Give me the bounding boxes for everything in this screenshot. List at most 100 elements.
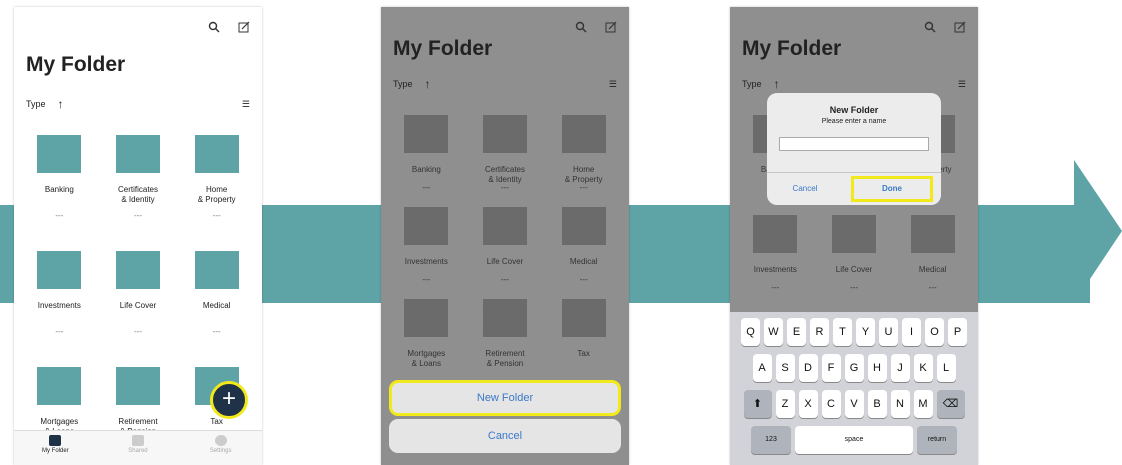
- sort-type-button[interactable]: Type: [393, 79, 413, 89]
- list-view-icon[interactable]: ☰: [609, 79, 617, 90]
- page-title: My Folder: [742, 37, 842, 60]
- page-title: My Folder: [393, 37, 493, 60]
- key[interactable]: J: [890, 354, 910, 382]
- folder-name: Retirement & Pension: [485, 349, 525, 368]
- edit-icon[interactable]: [605, 21, 617, 33]
- edit-icon[interactable]: [954, 21, 966, 33]
- folder-item[interactable]: Medical ---: [544, 199, 623, 291]
- folder-item[interactable]: Investments ---: [736, 207, 815, 307]
- folder-icon: [37, 135, 82, 173]
- key[interactable]: M: [913, 390, 933, 418]
- key[interactable]: R: [810, 318, 829, 346]
- key[interactable]: F: [821, 354, 841, 382]
- dialog-cancel-button[interactable]: Cancel: [767, 173, 843, 205]
- folder-item[interactable]: Life Cover ---: [466, 199, 545, 291]
- add-folder-button[interactable]: +: [210, 381, 248, 419]
- folder-name: Life Cover: [486, 257, 524, 266]
- key[interactable]: B: [867, 390, 887, 418]
- shift-key-icon[interactable]: ⬆: [743, 390, 772, 418]
- folder-item[interactable]: Banking ---: [20, 127, 99, 237]
- tab-settings[interactable]: Settings: [191, 431, 251, 465]
- key[interactable]: T: [833, 318, 852, 346]
- sort-ascending-icon[interactable]: ↑: [425, 77, 431, 91]
- key[interactable]: C: [821, 390, 841, 418]
- folder-item[interactable]: Banking ---: [387, 107, 466, 199]
- folder-item[interactable]: Life Cover ---: [815, 207, 894, 307]
- key[interactable]: Q: [741, 318, 760, 346]
- tab-label: Settings: [209, 448, 232, 454]
- folder-item[interactable]: Mortgages & Loans: [387, 291, 466, 383]
- key[interactable]: D: [798, 354, 818, 382]
- folder-item[interactable]: Home & Property ---: [544, 107, 623, 199]
- sort-type-button[interactable]: Type: [742, 79, 762, 89]
- key[interactable]: V: [844, 390, 864, 418]
- list-view-icon[interactable]: ☰: [242, 99, 250, 110]
- search-icon[interactable]: [208, 21, 220, 33]
- folder-item[interactable]: Certificates & Identity ---: [466, 107, 545, 199]
- folder-item[interactable]: Retirement & Pension: [466, 291, 545, 383]
- key[interactable]: L: [936, 354, 956, 382]
- key[interactable]: S: [775, 354, 795, 382]
- tab-my-folder[interactable]: My Folder: [25, 431, 85, 465]
- sort-ascending-icon[interactable]: ↑: [58, 97, 64, 111]
- sort-row: Type ↑ ☰: [742, 77, 966, 91]
- key[interactable]: E: [787, 318, 806, 346]
- keyboard: Q W E R T Y U I O P A S D F G H J K L ⬆ …: [730, 312, 978, 465]
- return-key[interactable]: return: [917, 426, 957, 454]
- key[interactable]: Z: [775, 390, 795, 418]
- folder-item[interactable]: Home & Property ---: [177, 127, 256, 237]
- key[interactable]: W: [764, 318, 783, 346]
- folder-icon: [910, 215, 955, 253]
- key[interactable]: P: [948, 318, 967, 346]
- folder-tab-icon: [49, 435, 62, 446]
- folder-item[interactable]: Tax: [544, 291, 623, 383]
- folder-icon: [404, 299, 449, 337]
- folder-icon: [561, 115, 606, 153]
- key[interactable]: Y: [856, 318, 875, 346]
- cancel-button[interactable]: Cancel: [389, 419, 621, 453]
- tab-bar: My Folder Shared Settings: [14, 430, 262, 465]
- folder-count: ---: [849, 283, 858, 292]
- folder-name: Tax: [210, 417, 223, 426]
- folder-name: Investments: [753, 265, 797, 274]
- key[interactable]: I: [902, 318, 921, 346]
- folder-count: ---: [771, 283, 780, 292]
- search-icon[interactable]: [924, 21, 936, 33]
- numbers-key[interactable]: 123: [751, 426, 791, 454]
- top-toolbar: [208, 21, 250, 33]
- search-icon[interactable]: [575, 21, 587, 33]
- edit-icon[interactable]: [238, 21, 250, 33]
- key[interactable]: X: [798, 390, 818, 418]
- key[interactable]: U: [879, 318, 898, 346]
- key[interactable]: G: [844, 354, 864, 382]
- folder-name: Medical: [569, 257, 598, 266]
- key[interactable]: O: [925, 318, 944, 346]
- key[interactable]: N: [890, 390, 910, 418]
- list-view-icon[interactable]: ☰: [958, 79, 966, 90]
- key[interactable]: H: [867, 354, 887, 382]
- folder-name-input[interactable]: [779, 137, 929, 151]
- folder-icon: [561, 299, 606, 337]
- folder-item[interactable]: Medical ---: [177, 243, 256, 353]
- folder-item[interactable]: Investments ---: [20, 243, 99, 353]
- folder-icon: [115, 135, 160, 173]
- folder-count: ---: [928, 283, 937, 292]
- folder-item[interactable]: Life Cover ---: [99, 243, 178, 353]
- sort-ascending-icon[interactable]: ↑: [774, 77, 780, 91]
- folder-icon: [753, 215, 798, 253]
- folder-item[interactable]: Investments ---: [387, 199, 466, 291]
- backspace-key-icon[interactable]: ⌫: [936, 390, 965, 418]
- space-key[interactable]: space: [795, 426, 913, 454]
- sort-type-button[interactable]: Type: [26, 99, 46, 109]
- key[interactable]: A: [752, 354, 772, 382]
- shared-tab-icon: [131, 435, 144, 446]
- folder-item[interactable]: Certificates & Identity ---: [99, 127, 178, 237]
- folder-name: Investments: [37, 301, 81, 310]
- new-folder-button[interactable]: New Folder: [389, 380, 621, 416]
- folder-item[interactable]: Medical ---: [893, 207, 972, 307]
- folder-count: ---: [133, 211, 142, 220]
- dialog-done-button[interactable]: Done: [851, 176, 933, 202]
- tab-shared[interactable]: Shared: [108, 431, 168, 465]
- folder-name: Medical: [202, 301, 231, 310]
- key[interactable]: K: [913, 354, 933, 382]
